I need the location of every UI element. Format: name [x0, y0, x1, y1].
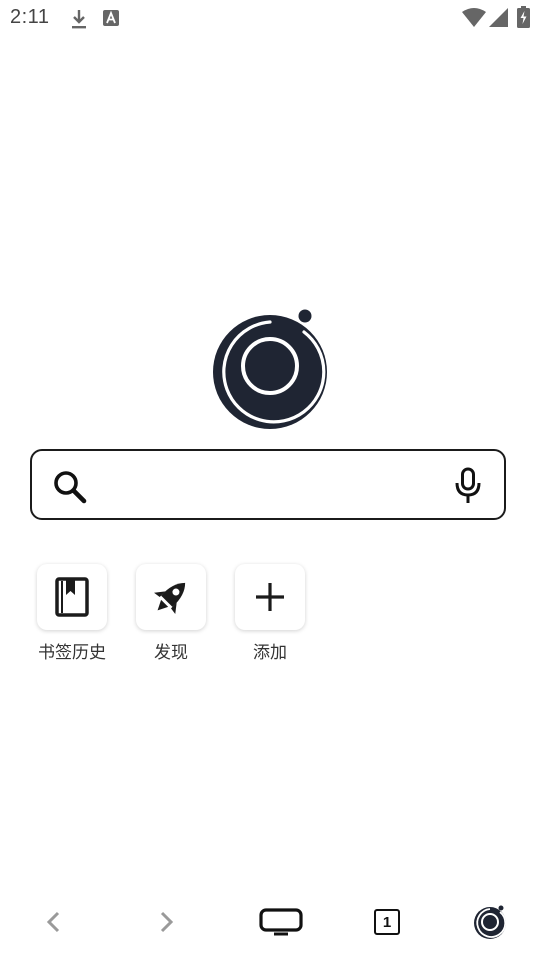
tv-mode-button[interactable]	[258, 902, 304, 942]
back-button[interactable]	[38, 902, 68, 942]
shortcut-tile[interactable]	[37, 564, 107, 630]
search-icon[interactable]	[52, 469, 88, 510]
font-notification-icon	[103, 10, 119, 31]
status-bar: 2:11	[0, 0, 540, 36]
shortcut-discover[interactable]: 发现	[121, 564, 221, 663]
rocket-icon	[154, 582, 186, 614]
tabs-icon: 1	[374, 909, 400, 935]
forward-button[interactable]	[152, 902, 182, 942]
shortcut-label: 添加	[253, 643, 287, 663]
status-time: 2:11	[10, 6, 50, 28]
shortcut-bookmarks-history[interactable]: 书签历史	[22, 564, 122, 663]
back-icon	[46, 911, 60, 933]
browser-logo	[210, 308, 330, 432]
wifi-icon	[462, 8, 486, 33]
browser-menu-button[interactable]	[472, 902, 508, 942]
battery-charging-icon	[517, 6, 530, 33]
bookmark-icon	[55, 577, 89, 617]
search-bar[interactable]	[30, 449, 506, 520]
download-icon	[70, 8, 88, 35]
tabs-button[interactable]: 1	[372, 902, 402, 942]
search-input[interactable]	[100, 463, 444, 509]
forward-icon	[160, 911, 174, 933]
tv-mode-icon	[259, 908, 303, 936]
mic-icon[interactable]	[454, 467, 482, 510]
shortcut-label: 发现	[154, 643, 188, 663]
shortcut-tile[interactable]	[136, 564, 206, 630]
plus-icon	[256, 583, 284, 611]
browser-menu-icon	[474, 905, 507, 939]
bottom-nav-bar: 1	[0, 880, 540, 960]
cell-signal-icon	[489, 8, 509, 33]
shortcut-tile[interactable]	[235, 564, 305, 630]
shortcut-add[interactable]: 添加	[220, 564, 320, 663]
shortcut-label: 书签历史	[38, 643, 106, 663]
